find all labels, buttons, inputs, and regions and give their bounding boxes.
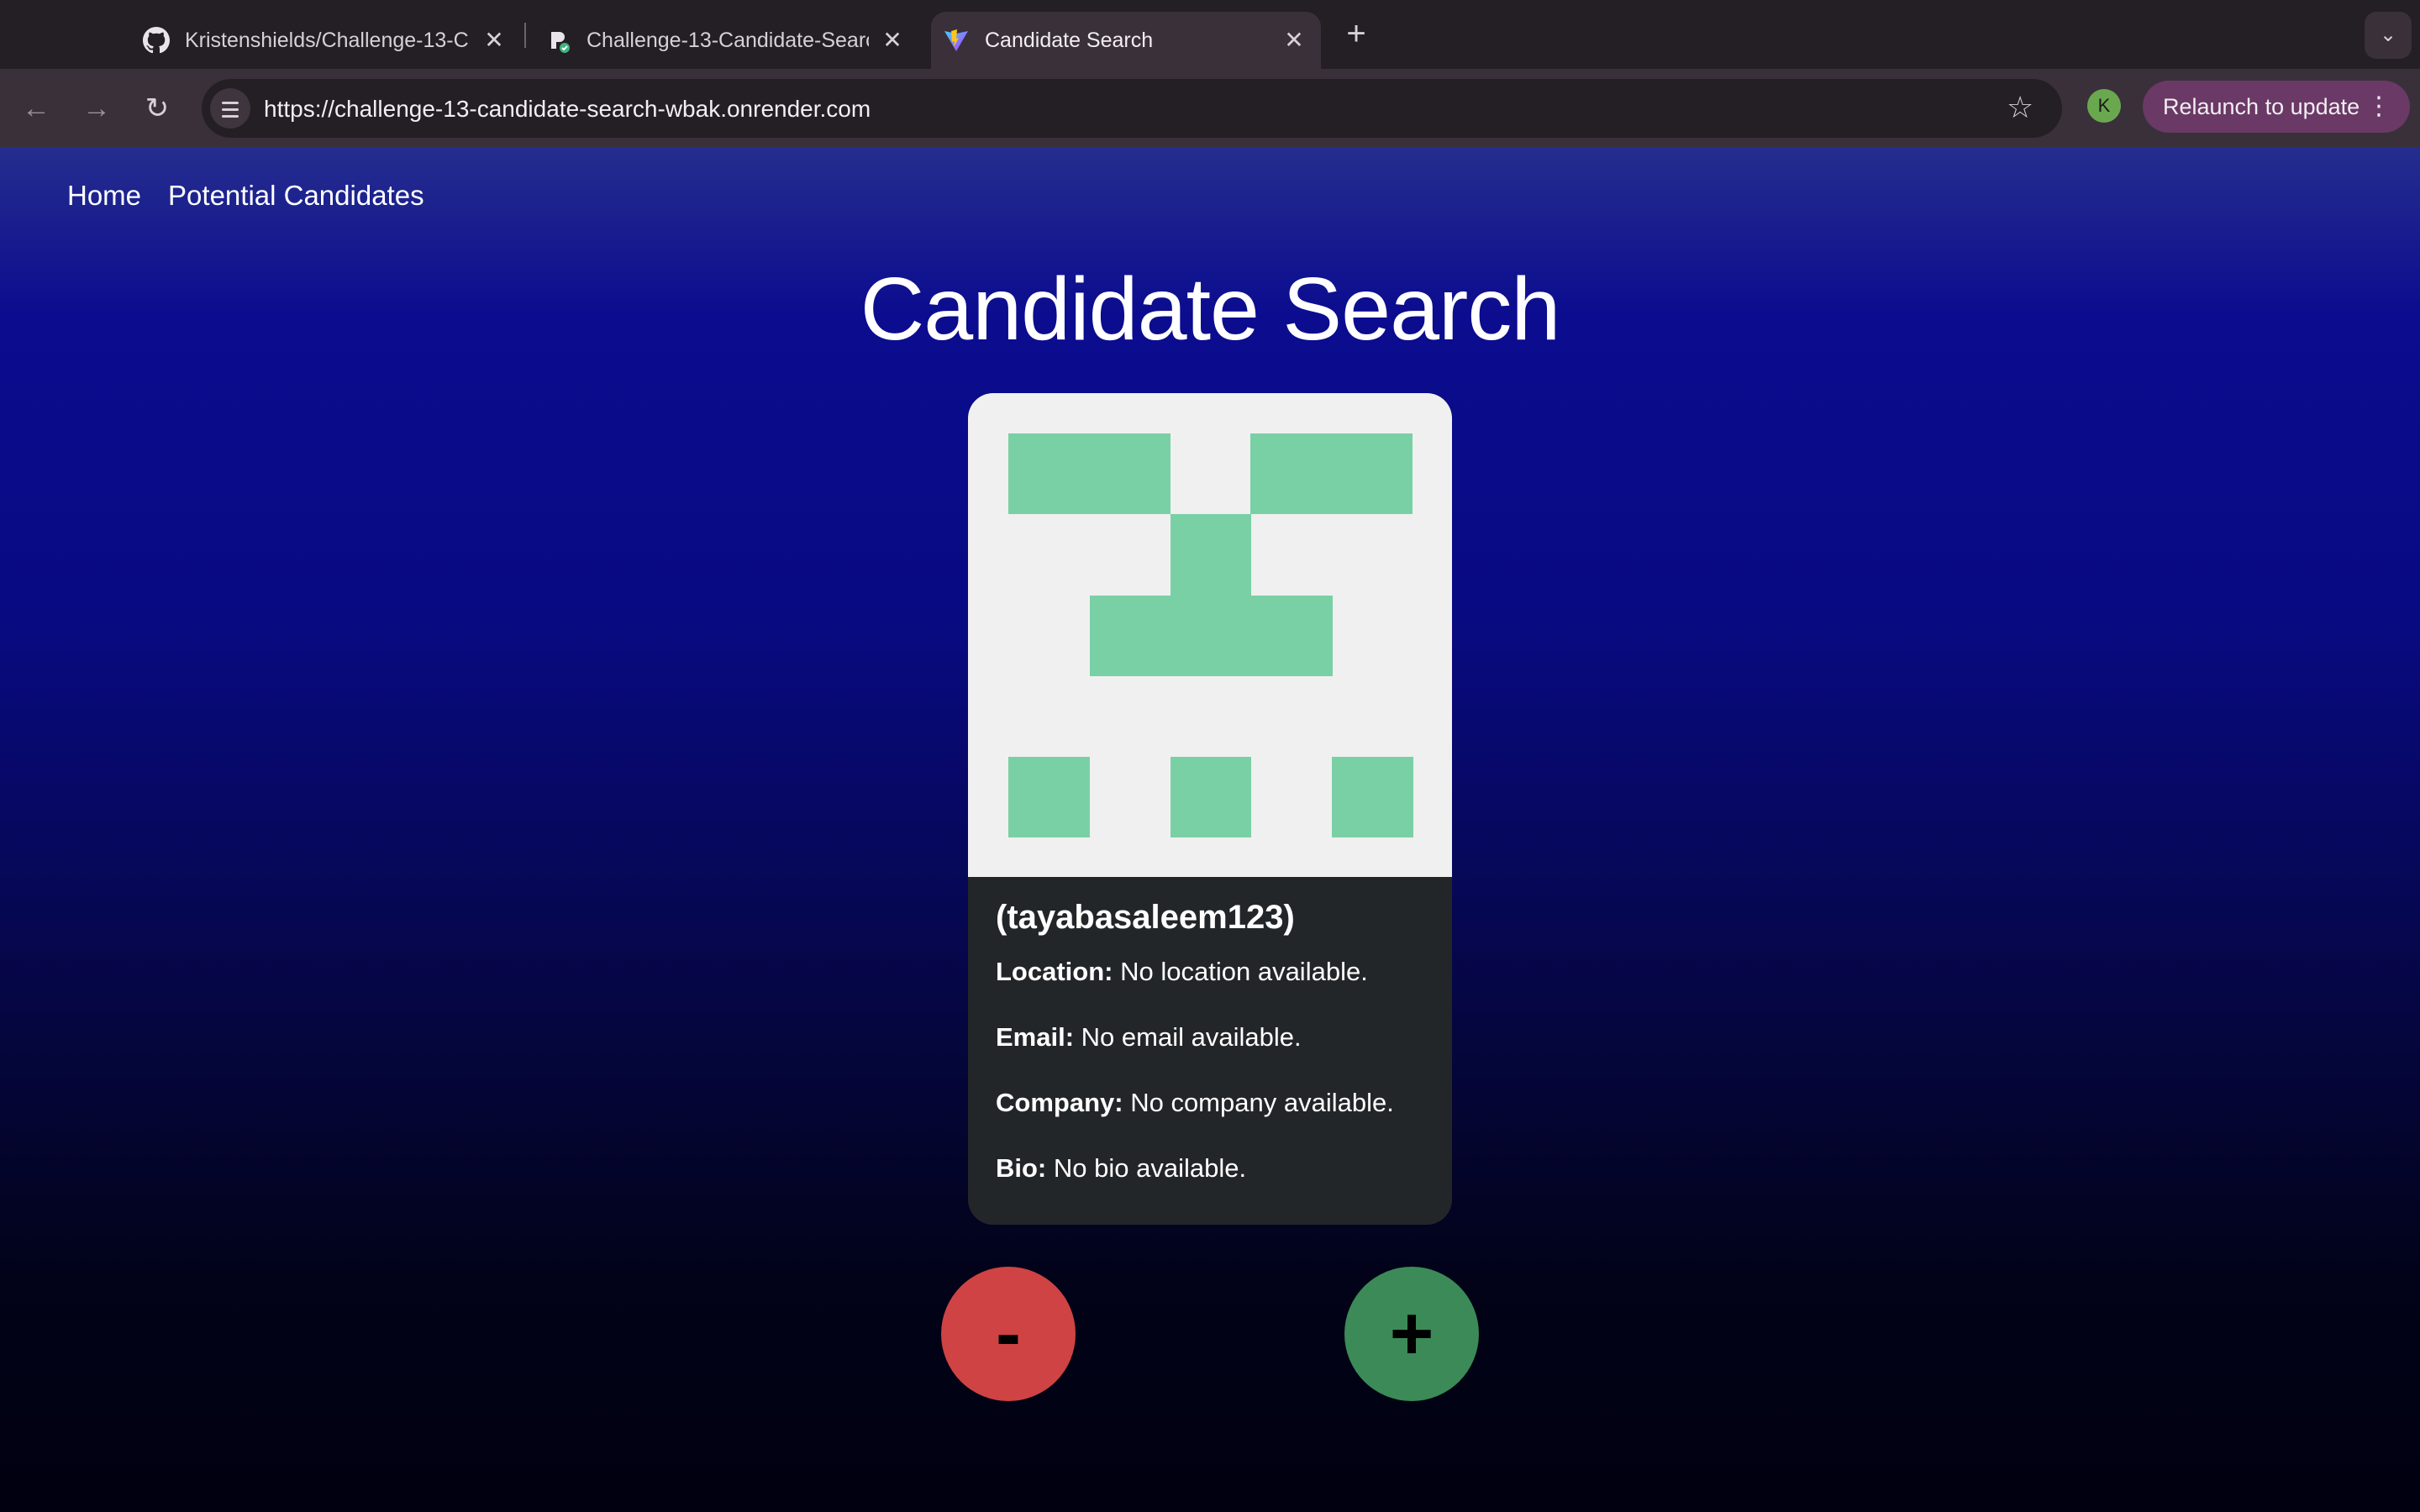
page-viewport: Home Potential Candidates Candidate Sear… xyxy=(0,148,2420,1512)
more-menu-icon[interactable]: ⋮ xyxy=(2366,81,2391,133)
bookmark-star-icon[interactable]: ☆ xyxy=(2007,91,2033,124)
candidate-login: (tayabasaleem123) xyxy=(996,899,1295,936)
nav-link-home[interactable]: Home xyxy=(67,180,141,212)
candidate-bio: Bio: No bio available. xyxy=(996,1153,1433,1184)
bio-label: Bio: xyxy=(996,1153,1047,1183)
reload-button[interactable]: ↻ xyxy=(138,89,176,128)
accept-candidate-button[interactable]: + xyxy=(1344,1267,1479,1401)
close-icon[interactable]: ✕ xyxy=(876,24,909,57)
new-tab-button[interactable]: + xyxy=(1338,15,1375,52)
site-nav: Home Potential Candidates xyxy=(67,180,424,212)
company-label: Company: xyxy=(996,1088,1123,1117)
candidate-company: Company: No company available. xyxy=(996,1088,1433,1118)
relaunch-label: Relaunch to update xyxy=(2163,94,2360,119)
github-icon xyxy=(143,27,170,54)
email-label: Email: xyxy=(996,1022,1075,1052)
nav-link-potential-candidates[interactable]: Potential Candidates xyxy=(168,180,424,212)
email-value: No email available. xyxy=(1081,1022,1302,1052)
candidate-location: Location: No location available. xyxy=(996,957,1433,987)
location-label: Location: xyxy=(996,957,1113,986)
reject-candidate-button[interactable]: - xyxy=(941,1267,1076,1401)
close-icon[interactable]: ✕ xyxy=(477,24,511,57)
tab-title: Candidate Search xyxy=(985,28,1154,52)
relaunch-button[interactable]: Relaunch to update ⋮ xyxy=(2143,81,2410,133)
candidate-avatar xyxy=(968,393,1452,877)
candidate-info: (tayabasaleem123) Location: No location … xyxy=(996,899,1433,1219)
bio-value: No bio available. xyxy=(1053,1153,1247,1183)
close-icon[interactable]: ✕ xyxy=(1277,24,1311,57)
vite-icon xyxy=(944,29,968,51)
tab-title: Challenge-13-Candidate-Search xyxy=(587,28,869,52)
browser-toolbar: ← → ↻ https://challenge-13-candidate-sea… xyxy=(0,69,2420,148)
browser-tab-strip: Kristenshields/Challenge-13-C ✕ Challeng… xyxy=(0,0,2420,69)
tab-candidate-search[interactable]: Candidate Search ✕ xyxy=(931,12,1321,69)
tab-github[interactable]: Kristenshields/Challenge-13-C ✕ xyxy=(143,12,513,69)
location-value: No location available. xyxy=(1120,957,1368,986)
candidate-email: Email: No email available. xyxy=(996,1022,1433,1053)
back-button[interactable]: ← xyxy=(17,89,55,128)
address-bar[interactable]: https://challenge-13-candidate-search-wb… xyxy=(202,79,2062,138)
forward-button[interactable]: → xyxy=(77,89,116,128)
site-info-icon[interactable] xyxy=(210,88,250,129)
candidate-card: (tayabasaleem123) Location: No location … xyxy=(968,393,1452,1225)
tab-title: Kristenshields/Challenge-13-C xyxy=(185,28,469,52)
render-icon xyxy=(551,32,570,53)
tab-divider xyxy=(524,23,526,48)
url-text[interactable]: https://challenge-13-candidate-search-wb… xyxy=(264,96,871,123)
company-value: No company available. xyxy=(1130,1088,1394,1117)
tab-render[interactable]: Challenge-13-Candidate-Search ✕ xyxy=(544,12,914,69)
tab-search-button[interactable]: ⌄ xyxy=(2365,12,2412,59)
profile-avatar[interactable]: K xyxy=(2087,89,2121,123)
page-title: Candidate Search xyxy=(860,260,1561,359)
